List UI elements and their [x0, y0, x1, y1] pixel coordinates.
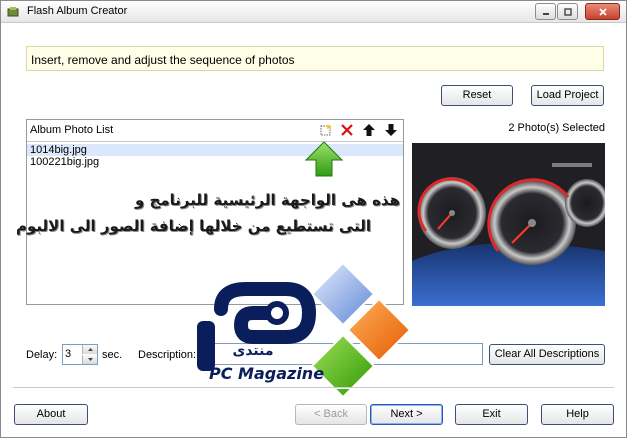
new-icon[interactable]: [319, 123, 333, 137]
description-label: Description:: [138, 349, 197, 361]
dashboard-photo: [412, 143, 605, 306]
list-item-label: 100221big.jpg: [30, 156, 100, 168]
instruction-banner: Insert, remove and adjust the sequence o…: [26, 46, 604, 71]
photo-list-title: Album Photo List: [30, 124, 114, 136]
pc-magazine-logo: منتدى PC Magazine: [197, 261, 412, 399]
footer-separator: [13, 387, 614, 389]
close-icon: [598, 7, 607, 16]
move-up-icon[interactable]: [362, 123, 376, 137]
spin-up-button[interactable]: [82, 345, 97, 354]
photo-list-header: Album Photo List: [27, 120, 403, 142]
spin-down-button[interactable]: [82, 355, 97, 364]
help-button[interactable]: Help: [541, 404, 614, 425]
watermark-arabic-word: منتدى: [232, 343, 273, 359]
title-bar[interactable]: Flash Album Creator: [1, 1, 626, 23]
chevron-down-icon: [88, 358, 93, 361]
list-item[interactable]: 100221big.jpg: [27, 156, 403, 168]
maximize-icon: [563, 7, 572, 16]
next-button[interactable]: Next >: [370, 404, 443, 425]
green-up-arrow-icon: [304, 141, 344, 177]
back-button[interactable]: < Back: [295, 404, 367, 425]
minimize-icon: [542, 12, 549, 15]
photo-list[interactable]: 1014big.jpg 100221big.jpg: [27, 144, 403, 168]
delay-value: 3: [65, 348, 72, 360]
about-button[interactable]: About: [14, 404, 88, 425]
maximize-button[interactable]: [557, 3, 578, 20]
move-down-icon[interactable]: [384, 123, 398, 137]
annotation-line-2: التى تستطيع من خلالها إضافة الصور الى ال…: [16, 217, 371, 235]
app-icon: [7, 7, 19, 17]
chevron-up-icon: [88, 348, 93, 351]
delay-label: Delay:: [26, 349, 58, 361]
sec-label: sec.: [102, 349, 123, 361]
load-project-button[interactable]: Load Project: [531, 85, 604, 106]
exit-button[interactable]: Exit: [455, 404, 528, 425]
list-item[interactable]: 1014big.jpg: [27, 144, 403, 156]
annotation-line-1: هذه هى الواجهة الرئيسية للبرنامج و: [135, 191, 400, 209]
delay-stepper[interactable]: 3: [62, 344, 98, 365]
selected-count: 2 Photo(s) Selected: [508, 122, 605, 134]
watermark-brand: PC Magazine: [209, 364, 324, 383]
close-button[interactable]: [585, 3, 620, 20]
minimize-button[interactable]: [535, 3, 556, 20]
clear-all-descriptions-button[interactable]: Clear All Descriptions: [489, 344, 605, 365]
photo-preview: [412, 143, 605, 306]
list-item-label: 1014big.jpg: [30, 144, 87, 156]
reset-button[interactable]: Reset: [441, 85, 513, 106]
window-title: Flash Album Creator: [27, 5, 128, 17]
app-window: Flash Album Creator Insert, remove and a…: [0, 0, 627, 438]
delete-icon[interactable]: [340, 123, 354, 137]
